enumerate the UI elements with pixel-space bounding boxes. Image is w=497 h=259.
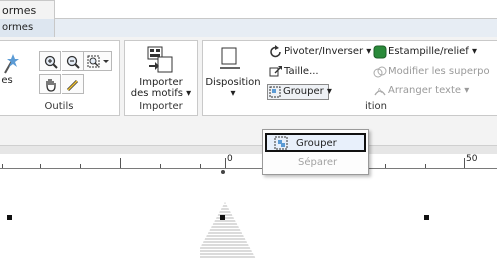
zoom-fit-icon [87,55,109,68]
zoom-out-icon [66,55,80,69]
grouper-dropdown-menu: Grouper Séparer [262,129,369,175]
ruler-tick [464,158,465,168]
ruler-tick [225,158,226,168]
modify-overlap-icon [373,66,387,78]
ruler-label-0: 0 [227,154,233,164]
ruler-tick [200,164,201,168]
zoom-out-button[interactable] [62,51,84,71]
outils-group: es Outils [0,40,120,116]
taille-label: Taille... [284,66,319,77]
ruler-tick [2,164,3,168]
arrange-text-icon: A [374,87,386,96]
pencil-button[interactable] [62,74,84,94]
ruler-tick [120,158,121,168]
disposition-button[interactable]: Disposition ▾ [203,43,263,101]
grouper-dropdown-label: Grouper ▾ [283,86,332,97]
rotate-icon [270,45,281,58]
ruler-label-50: 50 [466,154,478,164]
horizontal-ruler: 0 50 [0,154,497,169]
ruler-tick [425,164,426,168]
zoom-in-button[interactable] [39,51,61,71]
importer-group: Importer des motifs ▾ Importer [124,40,198,116]
menu-item-separer[interactable]: Séparer [265,154,366,173]
group-icon [269,86,281,98]
ribbon-bottom-strip [0,145,497,154]
pivoter-inverser-label: Pivoter/Inverser ▾ [284,46,372,57]
selection-handle-center[interactable] [220,215,225,220]
context-bar [0,19,497,37]
context-tab-label: ormes [0,19,55,37]
menu-item-grouper-label: Grouper [296,138,337,149]
svg-text:A: A [377,87,382,95]
hand-pan-button[interactable] [39,74,61,94]
ruler-tick [160,164,161,168]
stamp-icon [373,45,387,59]
size-icon [269,66,282,77]
ruler-tick [80,164,81,168]
hand-pan-icon [46,79,56,92]
disposition-button-label: Disposition [205,77,261,88]
tab-formes-label: ormes [2,4,37,17]
modifier-superposition-label: Modifier les superpo [388,66,490,77]
disposition-button-caret: ▾ [230,88,236,99]
selection-handle-right[interactable] [424,215,429,220]
tab-formes[interactable]: ormes [0,0,55,20]
design-canvas[interactable] [0,170,497,259]
zoom-in-icon [44,55,58,69]
magic-wand-icon[interactable] [1,53,19,75]
menu-item-grouper[interactable]: Grouper [265,133,366,152]
disposition-icon [220,47,240,69]
disposition-group-label-partial: ition [365,101,387,112]
ruler-tick [385,164,386,168]
import-button-line2: des motifs ▾ [130,88,192,99]
group-icon [274,136,288,150]
selection-handle-left[interactable] [7,215,12,220]
ruler-tick [40,164,41,168]
pencil-icon [66,79,79,92]
estampille-relief-label: Estampille/relief ▾ [388,46,477,57]
grouper-dropdown-button[interactable]: Grouper ▾ [267,84,332,100]
zoom-fit-dropdown[interactable] [84,51,112,71]
arranger-texte-label: Arranger texte ▾ [388,85,470,96]
import-patterns-button[interactable]: Importer des motifs ▾ [127,43,195,101]
import-button-line1: Importer [139,77,183,88]
outils-group-label: Outils [44,101,74,112]
tab-bar [0,0,497,19]
disposition-group: Disposition ▾ Pivoter/Inverser ▾ Taille.… [202,40,497,116]
outils-partial-label: es [1,75,13,86]
import-patterns-icon [147,46,173,73]
menu-item-separer-label: Séparer [298,157,338,168]
triangle-shape[interactable] [200,202,256,259]
importer-group-label: Importer [139,101,183,112]
rotation-handle[interactable] [221,170,225,174]
